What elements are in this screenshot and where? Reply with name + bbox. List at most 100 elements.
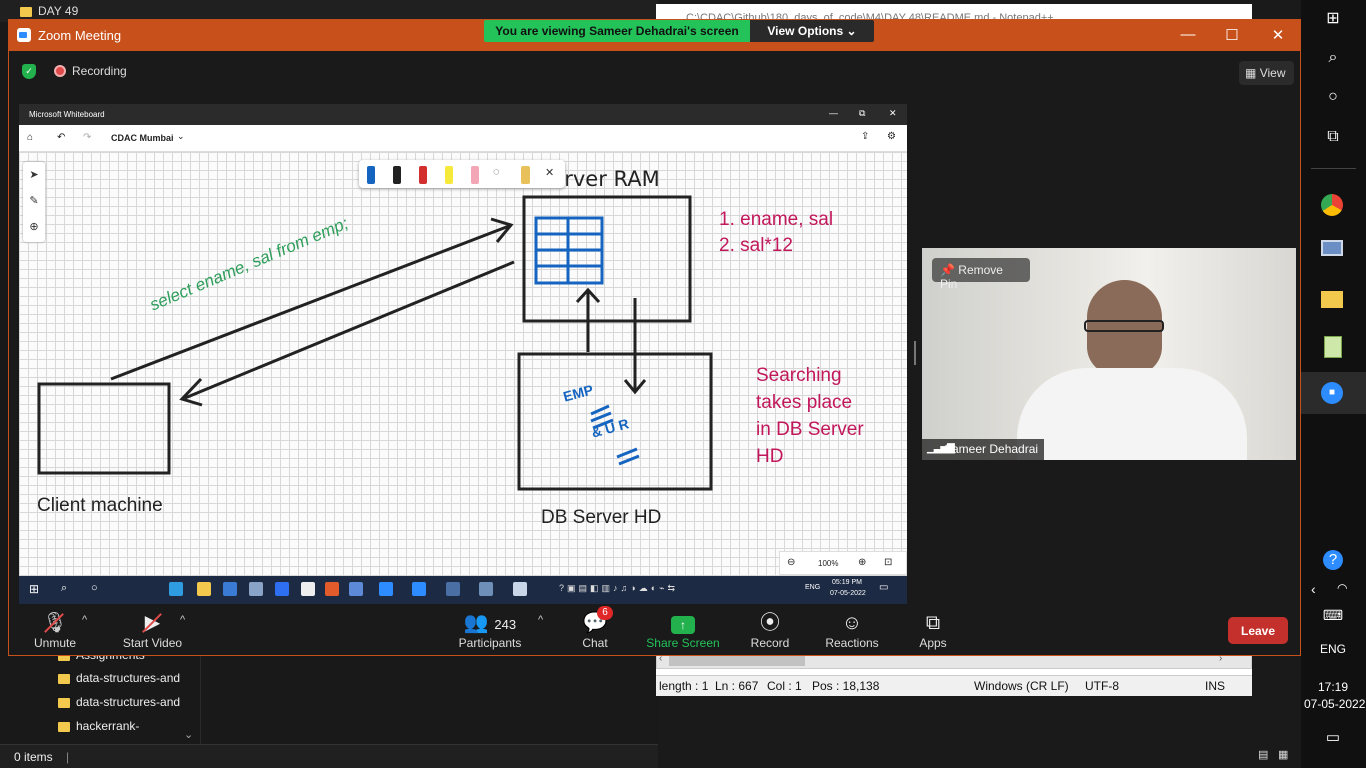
whiteboard-toolbar: ⌂ ↶ ↷ CDAC Mumbai ⌄ ⇪ ⚙ [19, 125, 907, 152]
apps-icon: ⧉ [925, 612, 941, 634]
search-icon[interactable]: ⌕ [1321, 49, 1345, 73]
record-icon: ⦿ [760, 612, 780, 634]
reactions-button[interactable]: ☺ Reactions [821, 610, 883, 650]
dropbox-icon [275, 582, 289, 596]
pen-icon[interactable]: ✎ [23, 188, 45, 214]
notification-icon[interactable]: ▭ [1321, 728, 1345, 752]
redo-icon[interactable]: ↷ [83, 132, 91, 143]
splitter-handle[interactable] [914, 341, 916, 365]
chrome-icon[interactable] [1321, 194, 1343, 216]
windows-start-icon[interactable]: ⊞ [1321, 8, 1345, 32]
explorer-title: DAY 49 [38, 4, 79, 18]
notepad-plus-plus-icon[interactable] [1321, 336, 1345, 360]
blue-pen-icon[interactable] [367, 166, 375, 184]
unmute-button[interactable]: 🎙 Unmute [33, 610, 77, 650]
language-indicator[interactable]: ENG [1320, 642, 1346, 656]
video-off-icon: ▶ [115, 610, 190, 636]
chevron-up-icon[interactable]: ^ [538, 614, 543, 626]
clock-time[interactable]: 17:19 [1318, 680, 1348, 694]
folder-icon [58, 721, 70, 732]
list-item[interactable]: data-structures-and [58, 695, 180, 709]
chat-button[interactable]: 💬 Chat 6 [575, 606, 615, 650]
undo-icon[interactable]: ↶ [57, 132, 65, 143]
restore-icon[interactable]: ⧉ [859, 108, 865, 119]
shield-icon[interactable]: ✓ [22, 64, 36, 79]
tiles-view-icon[interactable]: ▦ [1278, 748, 1288, 761]
record-button[interactable]: ⦿ Record [745, 610, 795, 650]
participants-button[interactable]: 👥 243 Participants [457, 610, 523, 650]
start-video-button[interactable]: ▶ Start Video [115, 610, 190, 650]
home-icon[interactable]: ⌂ [27, 132, 33, 143]
remote-desktop-icon[interactable] [1321, 240, 1345, 264]
help-icon[interactable]: ? [1321, 550, 1345, 574]
list-item[interactable]: hackerrank- [58, 719, 139, 733]
pen-toolbar: ◌ ✕ [359, 160, 565, 188]
notepad-status-bar: length : 1 Ln : 667 Col : 1 Pos : 18,138… [656, 675, 1252, 696]
client-machine-label: Client machine [37, 495, 163, 516]
ruler-icon[interactable] [521, 166, 530, 184]
chevron-left-icon[interactable]: ‹ [1311, 581, 1316, 597]
close-icon[interactable]: ✕ [889, 108, 897, 119]
list-item[interactable]: data-structures-and [58, 671, 180, 685]
zoom-out-icon[interactable]: ⊖ [787, 557, 795, 568]
lasso-icon[interactable]: ◌ [493, 166, 500, 178]
share-screen-button[interactable]: ↑ Share Screen [641, 610, 725, 650]
view-options-button[interactable]: View Options ⌄ [750, 20, 874, 42]
chevron-up-icon[interactable]: ^ [180, 614, 185, 626]
file-explorer-icon[interactable] [1321, 288, 1345, 312]
item-count: 0 items [14, 750, 53, 764]
zoom-in-icon[interactable]: ⊕ [858, 557, 866, 568]
fit-icon[interactable]: ⊡ [884, 557, 892, 568]
shared-taskbar: ⊞ ⌕ ○ ?▣▤◧▥♪♫◑☁◐⌁⇆ ENG 05:19 PM 07-05-20… [19, 576, 907, 604]
keyboard-icon[interactable]: ⌨ [1321, 607, 1345, 631]
share-icon[interactable]: ⇪ [861, 131, 869, 142]
minimize-icon[interactable]: — [829, 108, 838, 118]
whiteboard-canvas[interactable]: Server RAM select ename, sal from emp; 1… [19, 152, 907, 576]
video-tile[interactable]: 📌 Remove Pin ▁▃▅▇ Sameer Dehadrai [922, 248, 1296, 460]
red-pen-icon[interactable] [419, 166, 427, 184]
leave-button[interactable]: Leave [1228, 617, 1288, 644]
whiteboard-left-tools: ➤ ✎ ⊕ [23, 162, 45, 242]
details-view-icon[interactable]: ▤ [1258, 748, 1268, 761]
cortana-icon[interactable]: ○ [1321, 88, 1345, 112]
explorer-status-bar: 0 items | [0, 744, 658, 768]
note-line-2: takes place [756, 392, 853, 413]
eraser-icon[interactable] [471, 166, 479, 184]
recording-label[interactable]: Recording [72, 64, 127, 78]
highlighter-icon[interactable] [445, 166, 453, 184]
minimize-icon[interactable]: — [1178, 26, 1198, 44]
add-icon[interactable]: ⊕ [23, 214, 45, 240]
apps-button[interactable]: ⧉ Apps [913, 610, 953, 650]
taskbar-divider [1311, 168, 1356, 169]
wifi-icon[interactable]: ◠ [1337, 581, 1347, 595]
chevron-down-icon: ⌄ [846, 24, 857, 38]
remove-pin-button[interactable]: 📌 Remove Pin [932, 258, 1030, 291]
task-view-icon[interactable]: ⧉ [1321, 128, 1345, 152]
folder-icon [20, 6, 32, 17]
gear-icon[interactable]: ⚙ [887, 131, 896, 142]
client-machine-box [37, 382, 171, 475]
chevron-down-icon[interactable]: ⌄ [184, 728, 193, 741]
status-col: Col : 1 [767, 679, 802, 693]
windows-taskbar: ⊞ ⌕ ○ ⧉ ■ ? ‹ ◠ ⌨ ENG 17:19 07-05-2022 ▭ [1301, 0, 1366, 768]
clock-date[interactable]: 07-05-2022 [1304, 697, 1365, 711]
zoom-level[interactable]: 100% [818, 559, 838, 568]
zoom-icon[interactable]: ■ [1321, 382, 1345, 406]
scrollbar-thumb[interactable] [669, 656, 805, 666]
tray-time: 05:19 PM [832, 579, 862, 586]
close-icon[interactable]: ✕ [545, 166, 554, 179]
zoom-icon [412, 582, 426, 596]
app-icon [301, 582, 315, 596]
board-name[interactable]: CDAC Mumbai [111, 133, 174, 143]
chevron-up-icon[interactable]: ^ [82, 614, 87, 626]
close-icon[interactable]: ✕ [1268, 26, 1288, 44]
maximize-icon[interactable]: ☐ [1222, 26, 1242, 44]
view-button[interactable]: ▦ View [1239, 61, 1294, 85]
signal-icon: ▁▃▅▇ [927, 443, 955, 454]
chevron-down-icon[interactable]: ⌄ [177, 131, 185, 142]
black-pen-icon[interactable] [393, 166, 401, 184]
folder-icon [197, 582, 211, 596]
select-icon[interactable]: ➤ [23, 162, 45, 188]
app-icon [349, 582, 363, 596]
note-line-1: Searching [756, 365, 842, 386]
